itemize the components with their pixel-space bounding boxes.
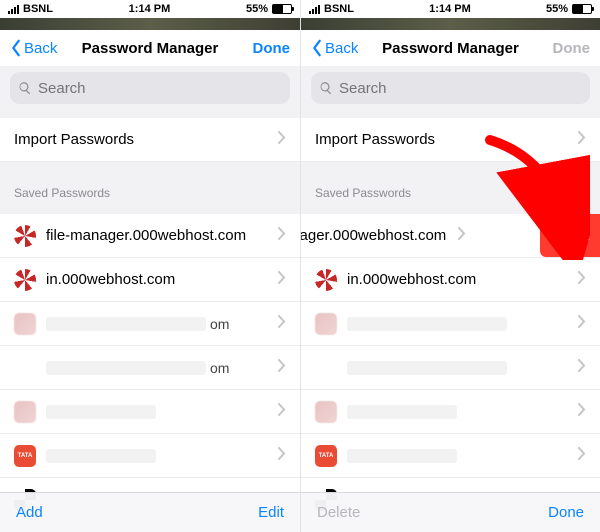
site-label: file-manager.000webhost.com <box>46 227 246 244</box>
search-icon <box>18 81 32 95</box>
bottom-toolbar: Delete Done <box>301 492 600 532</box>
chevron-right-icon <box>278 271 286 288</box>
chevron-right-icon <box>578 315 586 332</box>
wallpaper-strip <box>0 18 300 30</box>
site-icon <box>315 357 337 379</box>
carrier-label: BSNL <box>324 3 354 15</box>
nav-bar: Back Password Manager Done <box>0 30 300 66</box>
site-icon <box>315 401 337 423</box>
chevron-right-icon <box>278 403 286 420</box>
done-button[interactable]: Done <box>253 40 291 57</box>
delete-button[interactable]: Delete <box>317 504 360 521</box>
done-button[interactable]: Done <box>553 40 591 57</box>
phone-left: BSNL 1:14 PM 55% Back Password Manager D… <box>0 0 300 532</box>
site-label: in.000webhost.com <box>347 271 476 288</box>
list-item[interactable] <box>301 302 600 346</box>
chevron-right-icon <box>458 227 466 244</box>
delete-swipe-button[interactable]: Delete <box>540 214 600 257</box>
list-item[interactable]: TATA <box>0 434 300 478</box>
list-item[interactable]: TATA <box>301 434 600 478</box>
site-label: in.000webhost.com <box>46 271 175 288</box>
battery-icon <box>272 4 292 14</box>
site-label-redacted <box>46 317 206 331</box>
site-label-redacted <box>347 361 507 375</box>
chevron-right-icon <box>578 359 586 376</box>
battery-pct: 55% <box>546 3 568 15</box>
site-label-redacted <box>347 449 457 463</box>
chevron-right-icon <box>278 447 286 464</box>
site-icon <box>14 401 36 423</box>
add-button[interactable]: Add <box>16 504 43 521</box>
list-item[interactable]: in.000webhost.com <box>301 258 600 302</box>
list-item[interactable]: om <box>0 302 300 346</box>
site-label-redacted <box>347 317 507 331</box>
site-icon <box>14 357 36 379</box>
site-label-redacted <box>46 361 206 375</box>
site-icon: TATA <box>315 445 337 467</box>
chevron-right-icon <box>578 271 586 288</box>
site-label-redacted <box>347 405 457 419</box>
site-label-redacted <box>46 405 156 419</box>
site-label-redacted <box>46 449 156 463</box>
search-input[interactable] <box>339 80 582 97</box>
chevron-left-icon <box>10 39 22 57</box>
site-icon: TATA <box>14 445 36 467</box>
back-button[interactable]: Back <box>311 39 358 57</box>
search-input[interactable] <box>38 80 282 97</box>
site-icon <box>14 225 36 247</box>
password-list: file-manager.000webhost.com in.000webhos… <box>0 214 300 522</box>
signal-icon <box>309 5 320 14</box>
chevron-right-icon <box>578 447 586 464</box>
chevron-right-icon <box>278 131 286 148</box>
signal-icon <box>8 5 19 14</box>
done-toolbar-button[interactable]: Done <box>548 504 584 521</box>
section-header: Saved Passwords <box>301 170 600 206</box>
wallpaper-strip <box>301 18 600 30</box>
chevron-right-icon <box>278 227 286 244</box>
content-scroller[interactable]: Import Passwords Saved Passwords e-manag… <box>301 110 600 532</box>
nav-bar: Back Password Manager Done <box>301 30 600 66</box>
list-item[interactable]: om <box>0 346 300 390</box>
cell-label: Import Passwords <box>14 131 134 148</box>
search-field[interactable] <box>311 72 590 104</box>
search-icon <box>319 81 333 95</box>
cell-label: Import Passwords <box>315 131 435 148</box>
bottom-toolbar: Add Edit <box>0 492 300 532</box>
chevron-right-icon <box>278 315 286 332</box>
site-icon <box>315 313 337 335</box>
list-item[interactable] <box>0 390 300 434</box>
content-scroller[interactable]: Import Passwords Saved Passwords file-ma… <box>0 110 300 532</box>
site-icon <box>14 269 36 291</box>
list-item[interactable] <box>301 390 600 434</box>
chevron-right-icon <box>278 359 286 376</box>
chevron-right-icon <box>578 403 586 420</box>
site-icon <box>315 269 337 291</box>
chevron-left-icon <box>311 39 323 57</box>
list-item-swiped[interactable]: e-manager.000webhost.com Delete <box>301 214 600 258</box>
clock: 1:14 PM <box>129 3 171 15</box>
clock: 1:14 PM <box>429 3 471 15</box>
list-item[interactable]: file-manager.000webhost.com <box>0 214 300 258</box>
site-label: e-manager.000webhost.com <box>301 227 446 244</box>
status-bar: BSNL 1:14 PM 55% <box>0 0 300 18</box>
list-item[interactable]: in.000webhost.com <box>0 258 300 302</box>
site-icon <box>14 313 36 335</box>
import-passwords-row[interactable]: Import Passwords <box>0 118 300 162</box>
battery-icon <box>572 4 592 14</box>
status-bar: BSNL 1:14 PM 55% <box>301 0 600 18</box>
phone-right: BSNL 1:14 PM 55% Back Password Manager D… <box>300 0 600 532</box>
section-header: Saved Passwords <box>0 170 300 206</box>
list-item[interactable] <box>301 346 600 390</box>
password-list: e-manager.000webhost.com Delete in.000we… <box>301 214 600 522</box>
battery-pct: 55% <box>246 3 268 15</box>
carrier-label: BSNL <box>23 3 53 15</box>
import-passwords-row[interactable]: Import Passwords <box>301 118 600 162</box>
chevron-right-icon <box>578 131 586 148</box>
edit-button[interactable]: Edit <box>258 504 284 521</box>
back-button[interactable]: Back <box>10 39 57 57</box>
search-field[interactable] <box>10 72 290 104</box>
